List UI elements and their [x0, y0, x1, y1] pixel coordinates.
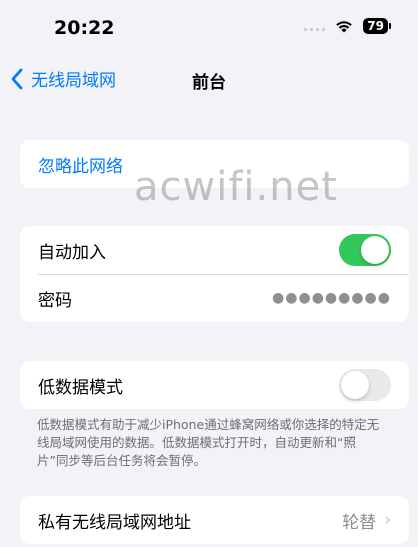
forget-network-label: 忽略此网络: [38, 156, 123, 177]
password-label: 密码: [38, 290, 72, 311]
cellular-signal-icon: [304, 21, 326, 31]
private-address-value: 轮替: [342, 512, 377, 533]
low-data-label: 低数据模式: [38, 377, 123, 398]
private-address-value-group: 轮替 ›: [342, 508, 391, 533]
low-data-card: 低数据模式: [20, 361, 409, 409]
low-data-row: 低数据模式: [20, 361, 409, 409]
private-address-row[interactable]: 私有无线局域网地址 轮替 ›: [20, 496, 409, 544]
password-row[interactable]: 密码 ●●●●●●●●●: [20, 274, 409, 322]
low-data-toggle[interactable]: [339, 369, 391, 401]
forget-network-button[interactable]: 忽略此网络: [20, 140, 409, 188]
status-time: 20:22: [54, 17, 115, 39]
auto-join-toggle[interactable]: [339, 234, 391, 266]
low-data-description: 低数据模式有助于减少iPhone通过蜂窝网络或你选择的特定无线局域网使用的数据。…: [37, 417, 380, 468]
auto-join-label: 自动加入: [38, 242, 106, 263]
page-title: 前台: [192, 73, 226, 93]
password-value: ●●●●●●●●●: [272, 290, 391, 306]
status-icons: 79: [304, 18, 391, 34]
private-address-card: 私有无线局域网地址 轮替 ›: [20, 496, 409, 544]
auto-join-row: 自动加入: [20, 226, 409, 274]
private-address-label: 私有无线局域网地址: [38, 512, 191, 533]
battery-icon: 79: [363, 18, 391, 34]
wifi-icon: [336, 21, 353, 33]
forget-network-card: 忽略此网络: [20, 140, 409, 188]
network-settings-card: 自动加入 密码 ●●●●●●●●●: [20, 226, 409, 322]
chevron-right-icon: ›: [384, 510, 391, 530]
